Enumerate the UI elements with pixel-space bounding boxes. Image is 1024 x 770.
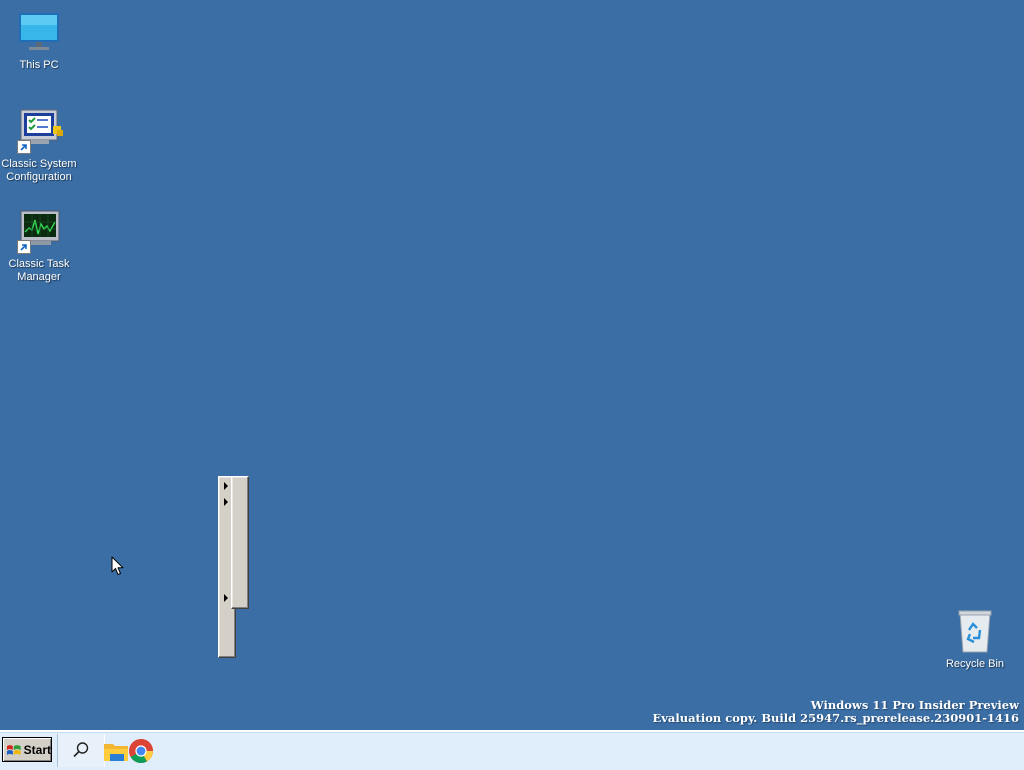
windows-logo-icon [6, 744, 21, 755]
submenu-arrow-icon [224, 594, 228, 602]
submenu-arrow-icon [224, 498, 228, 506]
context-menu-front-strip[interactable] [231, 476, 249, 609]
file-explorer-button[interactable] [103, 738, 129, 764]
classic-system-configuration-icon[interactable]: Classic System Configuration [1, 108, 77, 184]
file-explorer-icon [104, 744, 128, 761]
chrome-icon [129, 739, 153, 764]
shortcut-arrow-icon [17, 240, 31, 254]
submenu-arrow-icon [224, 482, 228, 490]
this-pc-label: This PC [19, 59, 59, 71]
classic-task-manager-icon[interactable]: Classic Task Manager [1, 208, 77, 284]
classic-system-configuration-label: Classic System Configuration [1, 158, 77, 183]
recycle-bin-label: Recycle Bin [945, 658, 1005, 670]
start-button[interactable]: Start [2, 737, 52, 762]
watermark-line-2: Evaluation copy. Build 25947.rs_prerelea… [652, 711, 1019, 725]
chrome-button[interactable] [128, 738, 154, 764]
shortcut-arrow-icon [17, 140, 31, 154]
search-button[interactable] [57, 734, 105, 767]
mouse-cursor-icon [111, 556, 124, 575]
monitor-icon [15, 9, 63, 57]
classic-task-manager-label: Classic Task Manager [8, 258, 70, 283]
recycle-bin-icon[interactable]: Recycle Bin [937, 608, 1013, 671]
start-label: Start [23, 742, 51, 757]
recycle-bin-glyph-icon [951, 608, 999, 656]
this-pc-icon[interactable]: This PC [1, 9, 77, 72]
task-manager-icon [15, 208, 63, 256]
system-configuration-icon [15, 108, 63, 156]
build-watermark: Windows 11 Pro Insider Preview Evaluatio… [652, 699, 1019, 725]
taskbar: Start [0, 730, 1024, 770]
search-icon [73, 742, 89, 758]
